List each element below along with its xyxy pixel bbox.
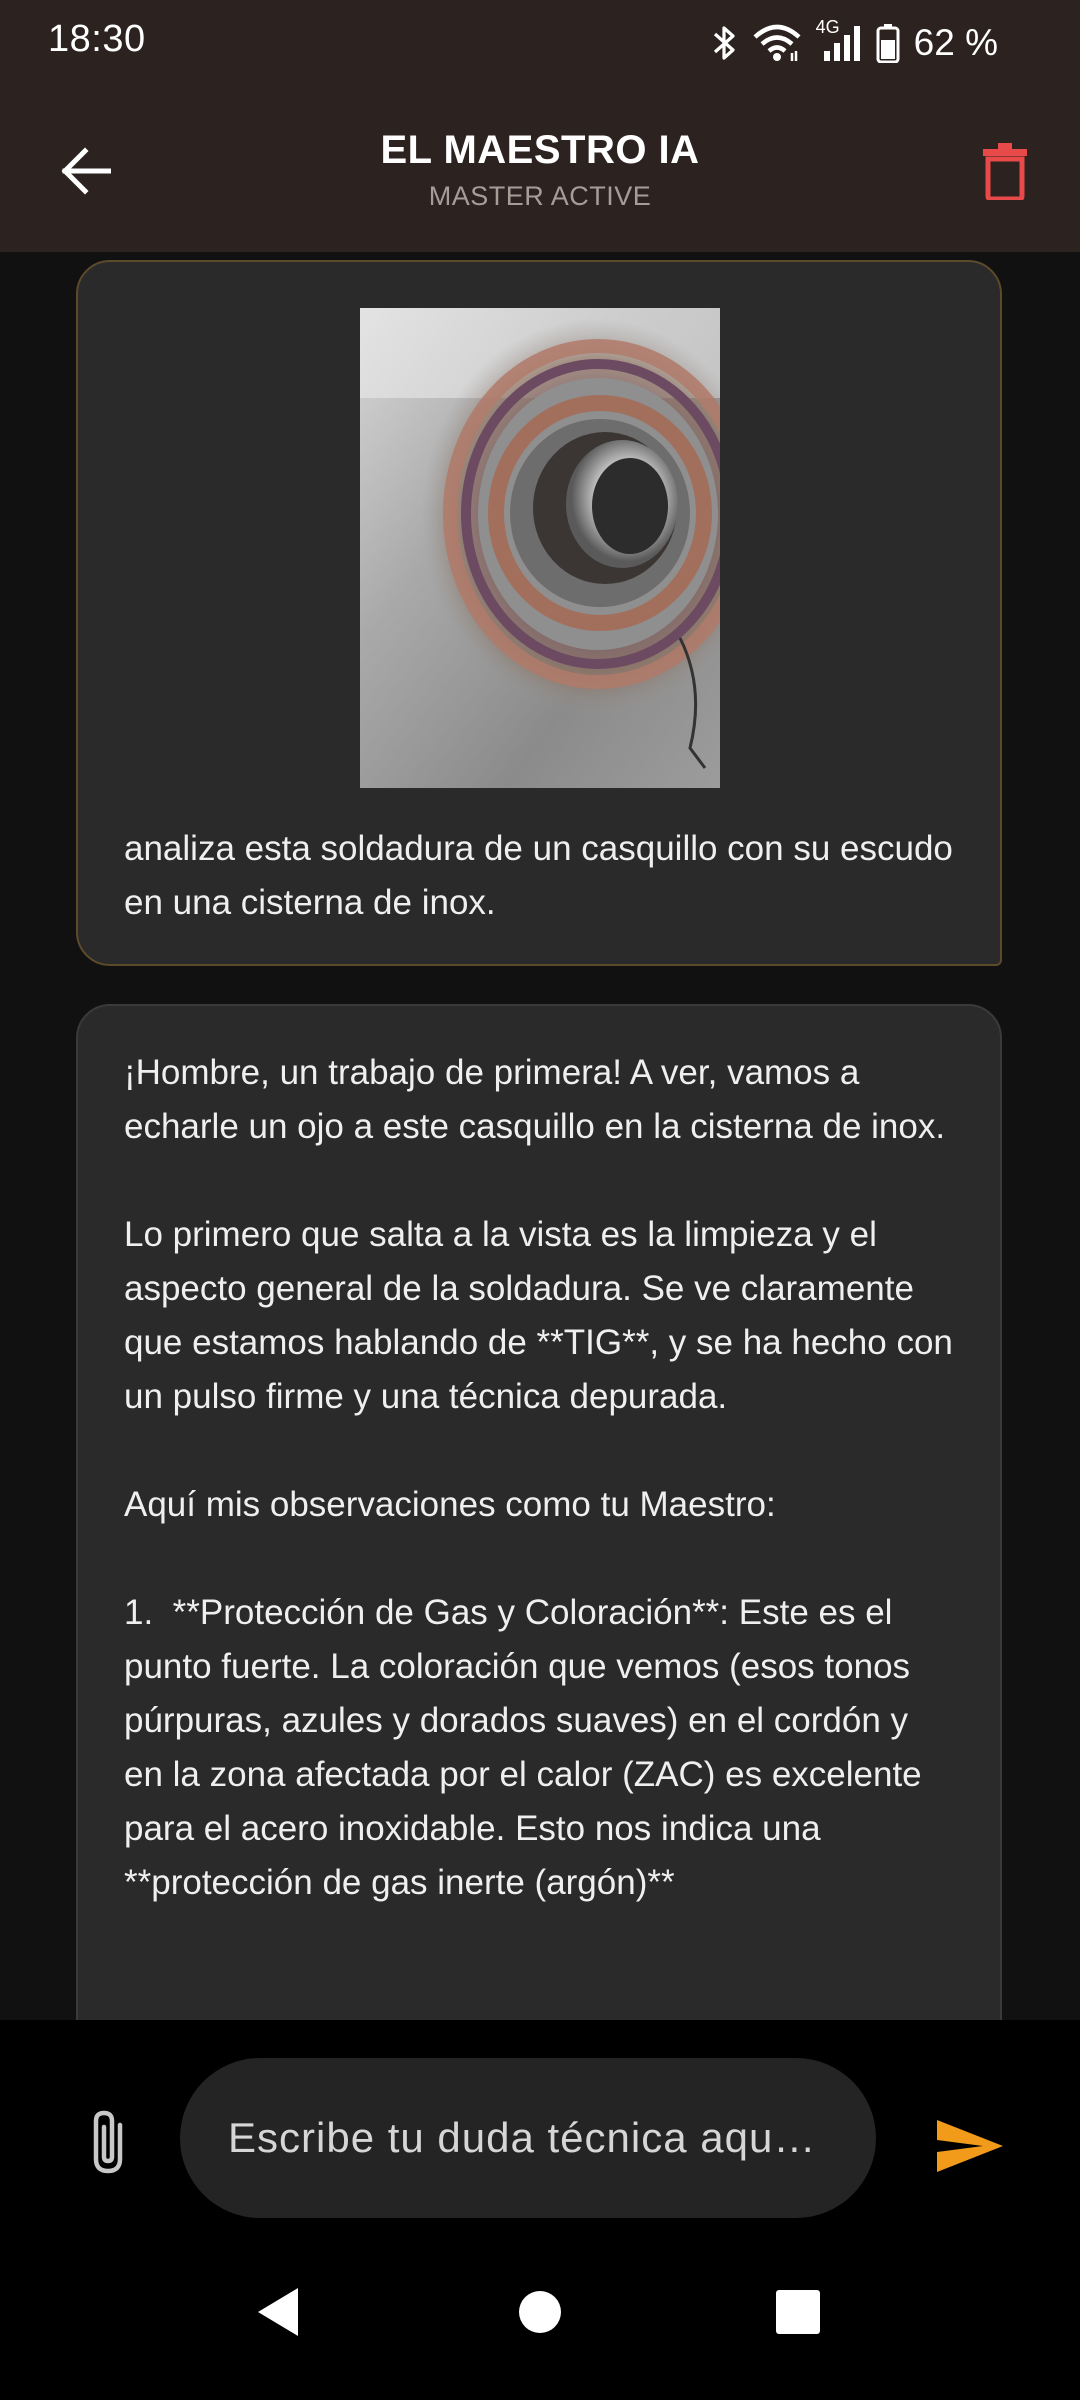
recents-square-icon bbox=[776, 2290, 820, 2334]
status-icons: 4G 62 % bbox=[712, 17, 998, 68]
message-composer bbox=[0, 2020, 1080, 2220]
app-titles: EL MAESTRO IA MASTER ACTIVE bbox=[0, 128, 1080, 212]
home-circle-icon bbox=[519, 2291, 561, 2333]
paperclip-icon bbox=[93, 2110, 123, 2174]
nav-home-button[interactable] bbox=[500, 2272, 580, 2352]
network-type-label: 4G bbox=[815, 17, 840, 37]
bluetooth-icon bbox=[712, 23, 738, 63]
weld-photo[interactable] bbox=[360, 308, 720, 788]
battery-icon bbox=[876, 23, 900, 63]
attach-button[interactable] bbox=[78, 2102, 138, 2182]
send-button[interactable] bbox=[930, 2106, 1010, 2186]
battery-percent: 62 % bbox=[913, 22, 998, 63]
nav-back-button[interactable] bbox=[238, 2272, 318, 2352]
status-time: 18:30 bbox=[48, 18, 146, 60]
send-icon bbox=[937, 2120, 1003, 2172]
message-input[interactable] bbox=[226, 2113, 830, 2163]
nav-recents-button[interactable] bbox=[758, 2272, 838, 2352]
page-title: EL MAESTRO IA bbox=[380, 128, 700, 172]
assistant-message-text: ¡Hombre, un trabajo de primera! A ver, v… bbox=[124, 1053, 953, 1902]
trash-icon bbox=[983, 143, 1027, 200]
user-message-bubble: analiza esta soldadura de un casquillo c… bbox=[76, 260, 1002, 966]
status-bar: 18:30 4G 62 % bbox=[0, 0, 1080, 84]
page-subtitle: MASTER ACTIVE bbox=[428, 181, 652, 211]
system-navigation-bar bbox=[0, 2220, 1080, 2400]
wifi-icon bbox=[752, 23, 802, 63]
message-input-container bbox=[180, 2058, 876, 2218]
delete-chat-button[interactable] bbox=[970, 134, 1040, 208]
app-bar: EL MAESTRO IA MASTER ACTIVE bbox=[0, 84, 1080, 252]
assistant-message-bubble: ¡Hombre, un trabajo de primera! A ver, v… bbox=[76, 1004, 1002, 2020]
cellular-signal-icon: 4G bbox=[816, 17, 862, 63]
user-message-text: analiza esta soldadura de un casquillo c… bbox=[124, 829, 963, 922]
back-triangle-icon bbox=[258, 2288, 298, 2336]
chat-list[interactable]: analiza esta soldadura de un casquillo c… bbox=[0, 252, 1080, 2020]
